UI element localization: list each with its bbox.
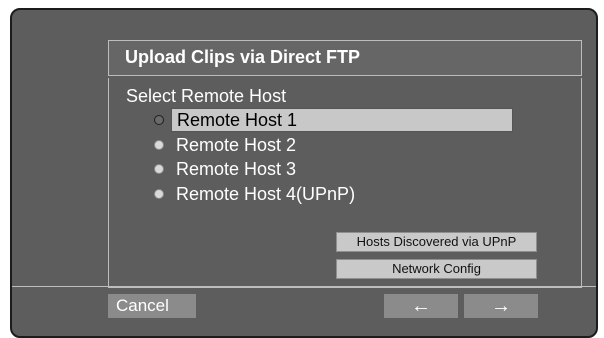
host-selection-panel: Select Remote Host Remote Host 1 Remote … — [108, 78, 582, 288]
host-option-label: Remote Host 2 — [176, 135, 297, 155]
radio-icon — [154, 140, 164, 150]
host-option-3[interactable]: Remote Host 3 — [152, 157, 518, 181]
dialog-title-bar: Upload Clips via Direct FTP — [108, 40, 582, 76]
network-config-button[interactable]: Network Config — [336, 259, 537, 279]
host-option-label: Remote Host 4(UPnP) — [176, 184, 356, 204]
right-arrow-icon: → — [491, 295, 511, 317]
host-option-1[interactable]: Remote Host 1 — [152, 108, 518, 132]
cancel-button[interactable]: Cancel — [108, 294, 196, 318]
radio-icon — [154, 164, 164, 174]
radio-icon — [154, 189, 164, 199]
next-button[interactable]: → — [464, 294, 538, 318]
select-remote-host-heading: Select Remote Host — [126, 86, 287, 106]
radio-icon — [154, 115, 164, 125]
bottom-action-bar: Cancel ← → — [12, 286, 596, 327]
host-option-4[interactable]: Remote Host 4(UPnP) — [152, 182, 518, 206]
hosts-discovered-upnp-button[interactable]: Hosts Discovered via UPnP — [336, 232, 537, 252]
host-option-label: Remote Host 3 — [176, 159, 297, 179]
left-arrow-icon: ← — [411, 295, 431, 317]
prev-button[interactable]: ← — [384, 294, 458, 318]
dialog-title: Upload Clips via Direct FTP — [125, 47, 361, 67]
device-screen: Upload Clips via Direct FTP Select Remot… — [10, 8, 598, 338]
host-option-label: Remote Host 1 — [171, 108, 513, 132]
host-option-2[interactable]: Remote Host 2 — [152, 133, 518, 157]
